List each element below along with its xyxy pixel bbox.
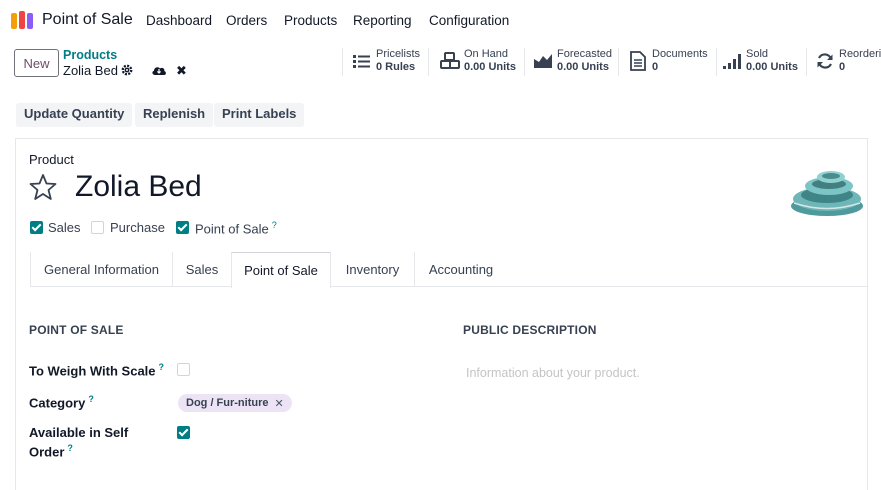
self-order-label: Available in Self bbox=[29, 425, 129, 440]
tab-inventory[interactable]: Inventory bbox=[331, 252, 415, 287]
purchase-checkbox-label: Purchase bbox=[110, 220, 165, 235]
to-weigh-checkbox[interactable] bbox=[177, 363, 190, 376]
nav-orders[interactable]: Orders bbox=[226, 13, 267, 28]
category-tag-label: Dog / Fur-niture bbox=[186, 397, 269, 409]
smart-label: Documents bbox=[652, 48, 708, 60]
product-label: Product bbox=[29, 152, 74, 167]
product-name[interactable]: Zolia Bed bbox=[75, 170, 202, 204]
to-weigh-label-text: To Weigh With Scale bbox=[29, 363, 156, 379]
point-of-sale-checkbox-label: Point of Sale? bbox=[195, 220, 277, 236]
point-of-sale-label-text: Point of Sale bbox=[195, 221, 269, 237]
help-icon[interactable]: ? bbox=[159, 362, 165, 372]
tab-accounting[interactable]: Accounting bbox=[415, 252, 507, 287]
star-icon[interactable] bbox=[29, 173, 57, 201]
breadcrumb-products[interactable]: Products bbox=[63, 48, 117, 62]
area-chart-icon bbox=[534, 54, 552, 68]
smart-divider bbox=[806, 48, 807, 76]
smart-button-forecasted[interactable]: Forecasted 0.00 Units bbox=[533, 48, 612, 78]
top-navbar: Point of Sale Dashboard Orders Products … bbox=[0, 0, 881, 41]
nav-reporting[interactable]: Reporting bbox=[353, 13, 412, 28]
smart-label: Forecasted bbox=[557, 48, 613, 60]
self-order-checkbox[interactable] bbox=[177, 426, 190, 439]
smart-divider bbox=[342, 48, 343, 76]
category-label: Category? bbox=[29, 394, 94, 410]
print-labels-button[interactable]: Print Labels bbox=[214, 103, 305, 127]
cubes-icon bbox=[440, 52, 460, 69]
tab-point-of-sale[interactable]: Point of Sale bbox=[231, 252, 331, 288]
smart-button-pricelists[interactable]: Pricelists 0 Rules bbox=[352, 48, 420, 78]
smart-divider bbox=[524, 48, 525, 76]
smart-divider bbox=[716, 48, 717, 76]
smart-value: 0.00 Units bbox=[464, 61, 516, 73]
refresh-icon bbox=[817, 53, 833, 69]
public-description-input[interactable]: Information about your product. bbox=[466, 366, 640, 380]
new-button[interactable]: New bbox=[14, 49, 59, 77]
self-order-label-line2: Order? bbox=[29, 443, 73, 459]
signal-icon bbox=[723, 54, 741, 69]
update-quantity-button[interactable]: Update Quantity bbox=[16, 103, 133, 127]
document-icon bbox=[630, 51, 646, 71]
breadcrumb-record-name: Zolia Bed bbox=[63, 63, 118, 78]
sales-checkbox-label: Sales bbox=[48, 220, 81, 235]
smart-divider bbox=[428, 48, 429, 76]
smart-button-documents[interactable]: Documents 0 bbox=[628, 48, 708, 78]
replenish-button[interactable]: Replenish bbox=[135, 103, 214, 127]
nav-products[interactable]: Products bbox=[284, 13, 337, 28]
point-of-sale-section-title: POINT OF SALE bbox=[29, 323, 124, 337]
point-of-sale-checkbox[interactable] bbox=[176, 221, 189, 234]
category-label-text: Category bbox=[29, 395, 86, 411]
smart-label: On Hand bbox=[464, 48, 509, 60]
gear-icon[interactable] bbox=[121, 64, 133, 76]
tab-general-information[interactable]: General Information bbox=[31, 252, 173, 287]
app-title[interactable]: Point of Sale bbox=[42, 11, 133, 29]
smart-button-on-hand[interactable]: On Hand 0.00 Units bbox=[440, 48, 516, 78]
self-order-label-text: Order bbox=[29, 444, 65, 460]
smart-value: 0 bbox=[839, 61, 846, 73]
smart-label: Sold bbox=[746, 48, 769, 60]
smart-label: Reorderi bbox=[839, 48, 881, 60]
smart-button-reordering[interactable]: Reorderi 0 bbox=[815, 48, 881, 78]
to-weigh-label: To Weigh With Scale? bbox=[29, 362, 164, 378]
nav-configuration[interactable]: Configuration bbox=[429, 13, 509, 28]
tab-sales[interactable]: Sales bbox=[173, 252, 231, 287]
nav-dashboard[interactable]: Dashboard bbox=[146, 13, 212, 28]
help-icon[interactable]: ? bbox=[88, 394, 94, 404]
smart-value: 0.00 Units bbox=[746, 61, 798, 73]
smart-button-sold[interactable]: Sold 0.00 Units bbox=[722, 48, 798, 78]
purchase-checkbox[interactable] bbox=[91, 221, 104, 234]
cloud-save-icon[interactable] bbox=[151, 64, 167, 76]
discard-icon[interactable]: ✖ bbox=[176, 63, 187, 79]
smart-value: 0 Rules bbox=[376, 61, 416, 73]
public-description-section-title: PUBLIC DESCRIPTION bbox=[463, 323, 597, 337]
smart-divider bbox=[618, 48, 619, 76]
help-icon[interactable]: ? bbox=[272, 220, 277, 230]
list-icon bbox=[353, 55, 370, 68]
sales-checkbox[interactable] bbox=[30, 221, 43, 234]
remove-tag-icon[interactable]: ✕ bbox=[275, 397, 284, 410]
product-image[interactable] bbox=[789, 166, 865, 218]
app-logo-icon[interactable] bbox=[11, 11, 35, 29]
smart-value: 0.00 Units bbox=[557, 61, 609, 73]
smart-label: Pricelists bbox=[376, 48, 421, 60]
smart-value: 0 bbox=[652, 61, 659, 73]
category-tag[interactable]: Dog / Fur-niture ✕ bbox=[178, 394, 292, 412]
help-icon[interactable]: ? bbox=[67, 443, 73, 453]
